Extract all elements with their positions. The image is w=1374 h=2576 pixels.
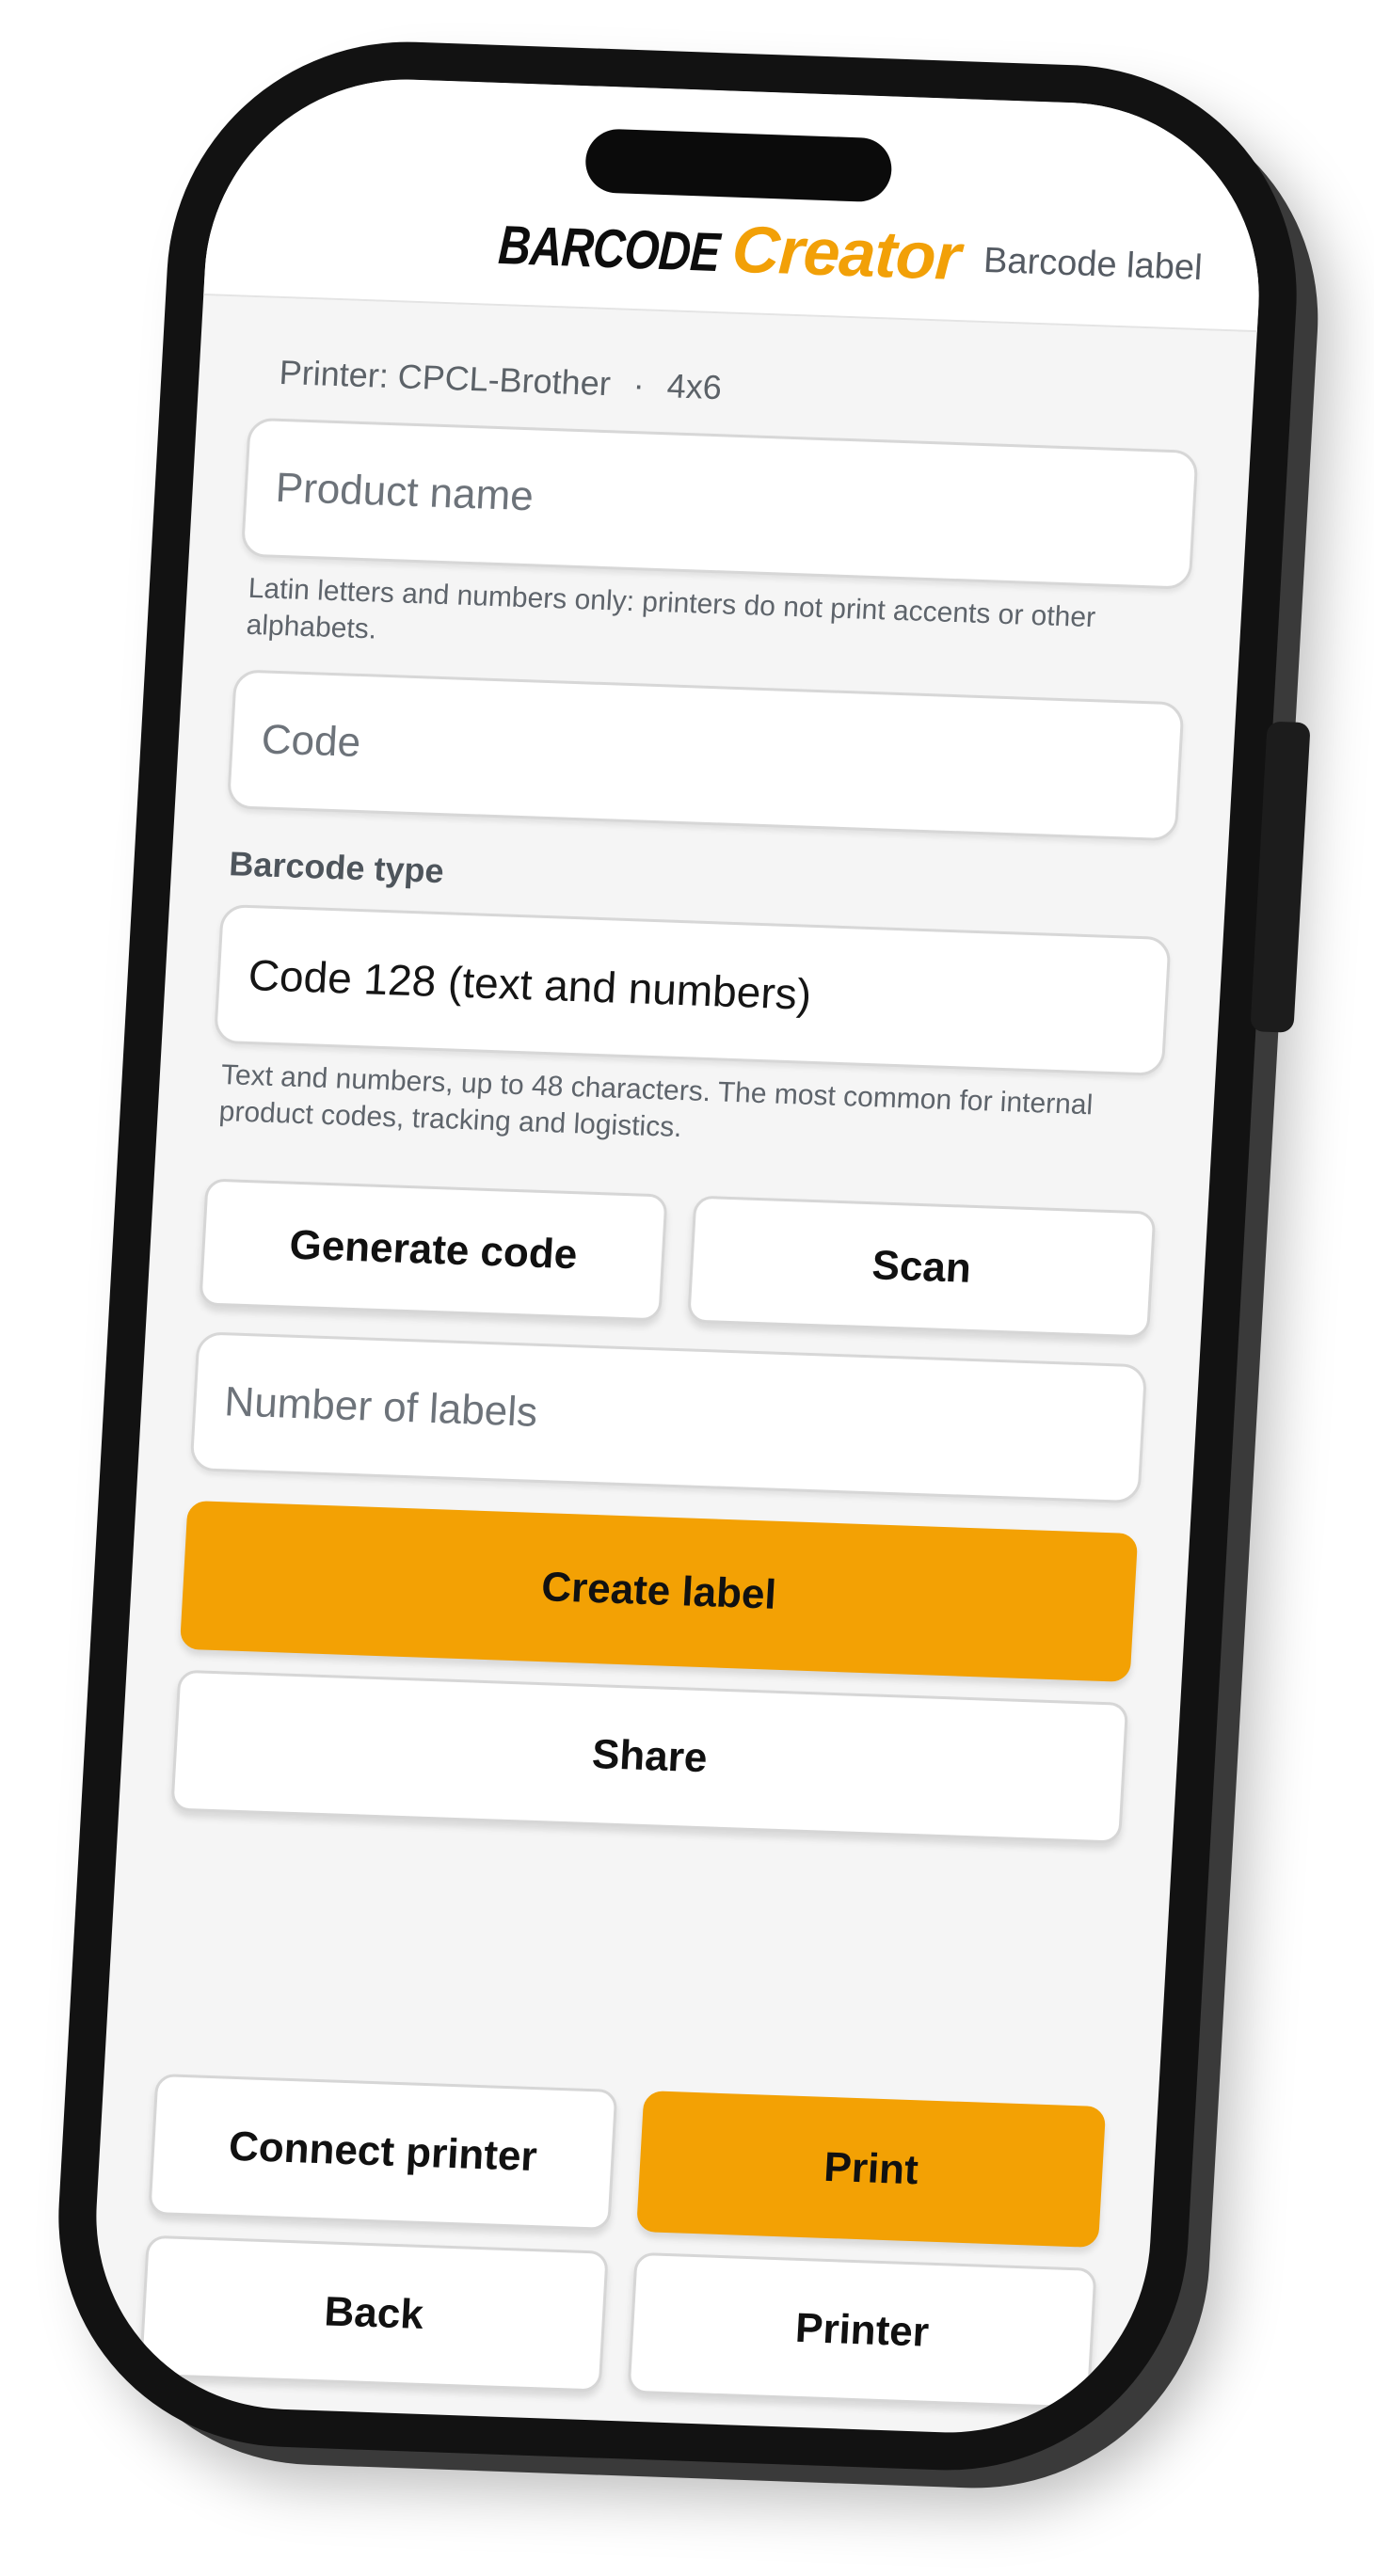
barcode-type-value: Code 128 (text and numbers)	[247, 950, 813, 1019]
app-logo: BARCODE Creator	[497, 203, 962, 294]
barcode-type-label: Barcode type	[228, 844, 445, 891]
printer-button[interactable]: Printer	[627, 2251, 1097, 2409]
bottom-row-1: Connect printer Print	[148, 2073, 1107, 2249]
app-header: BARCODE Creator Barcode label	[203, 72, 1270, 333]
barcode-type-hint: Text and numbers, up to 48 characters. T…	[217, 1059, 1094, 1144]
code-actions-row: Generate code Scan	[199, 1178, 1157, 1339]
code-input[interactable]: Code	[226, 669, 1185, 842]
logo-text-creator: Creator	[729, 212, 963, 294]
back-button[interactable]: Back	[138, 2234, 609, 2393]
printer-label: Printer: CPCL-Brother	[278, 352, 612, 404]
bottom-actions: Connect printer Print Back Printer	[138, 2053, 1108, 2409]
bottom-row-2: Back Printer	[138, 2234, 1097, 2409]
label-size: 4x6	[665, 366, 723, 407]
printer-info: Printer: CPCL-Brother · 4x6	[279, 353, 1203, 424]
connect-printer-button[interactable]: Connect printer	[148, 2073, 618, 2231]
product-name-placeholder: Product name	[274, 464, 535, 520]
barcode-type-select[interactable]: Code 128 (text and numbers)	[213, 903, 1172, 1076]
share-button[interactable]: Share	[170, 1669, 1129, 1844]
number-of-labels-placeholder: Number of labels	[223, 1378, 539, 1436]
logo-text-barcode: BARCODE	[496, 214, 722, 284]
create-label-button[interactable]: Create label	[179, 1500, 1139, 1682]
form-content: Printer: CPCL-Brother · 4x6 Product name…	[170, 295, 1206, 1844]
phone-side-button	[1250, 721, 1311, 1033]
generate-code-button[interactable]: Generate code	[199, 1178, 668, 1322]
app-screen: BARCODE Creator Barcode label Printer: C…	[85, 72, 1270, 2440]
product-name-hint: Latin letters and numbers only: printers…	[245, 572, 1096, 645]
dynamic-island	[583, 128, 894, 203]
code-placeholder: Code	[260, 716, 362, 766]
scan-button[interactable]: Scan	[687, 1195, 1157, 1339]
phone-device: BARCODE Creator Barcode label Printer: C…	[45, 34, 1311, 2478]
product-name-input[interactable]: Product name	[240, 417, 1199, 590]
printer-separator: ·	[631, 365, 646, 405]
header-subtitle: Barcode label	[983, 240, 1204, 289]
number-of-labels-input[interactable]: Number of labels	[189, 1331, 1148, 1504]
print-button[interactable]: Print	[636, 2091, 1107, 2249]
